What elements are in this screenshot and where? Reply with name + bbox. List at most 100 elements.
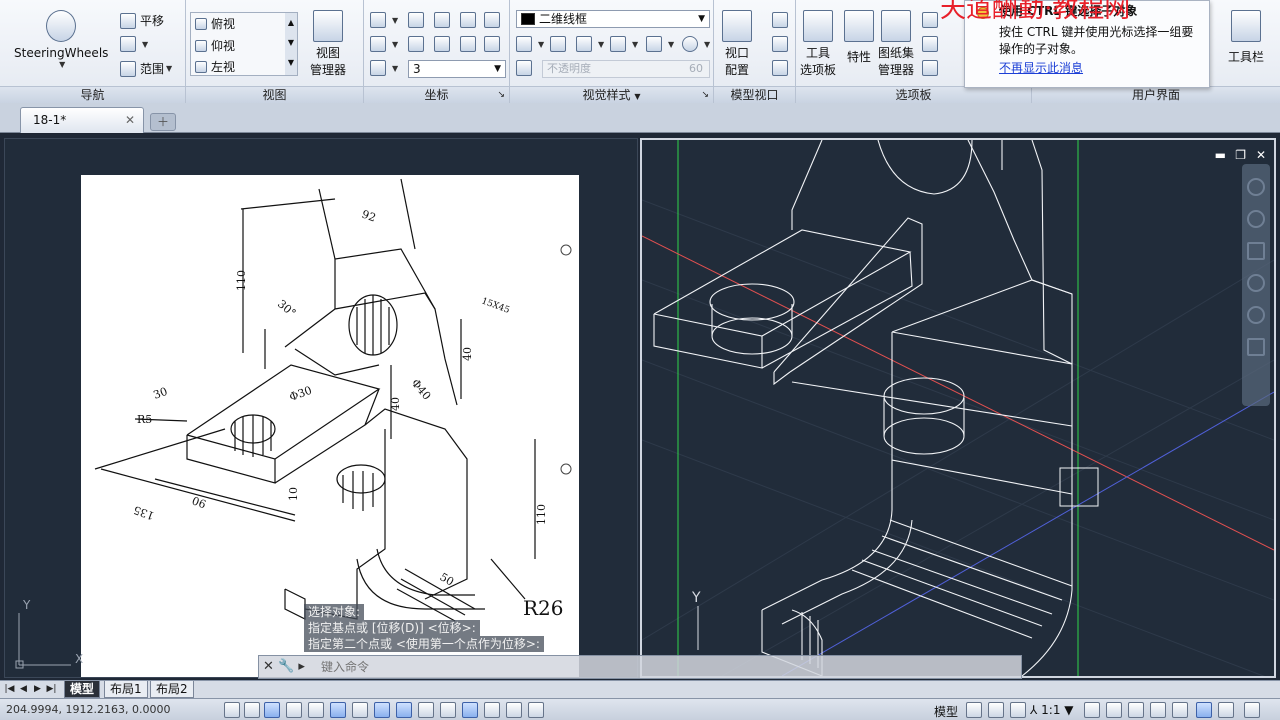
close-icon[interactable]: ✕	[125, 108, 135, 132]
annotation-visibility-icon[interactable]	[1084, 702, 1100, 718]
ucs-y-button[interactable]	[460, 12, 480, 28]
steeringwheels-button[interactable]: SteeringWheels ▼	[14, 10, 108, 69]
hardware-acceleration-icon[interactable]	[1172, 702, 1188, 718]
ucs-object-button[interactable]	[460, 36, 480, 52]
restore-viewports-button[interactable]	[772, 60, 792, 76]
grip-handle[interactable]	[560, 244, 572, 256]
viewport-restore-button[interactable]: ❐	[1235, 148, 1246, 162]
lock-icon[interactable]	[1150, 702, 1166, 718]
viewport-minimize-button[interactable]: ▬	[1215, 148, 1226, 162]
ucs-z-button[interactable]	[484, 12, 504, 28]
dynamic-ucs-icon[interactable]	[396, 702, 412, 718]
right-viewport-3d[interactable]: Y ▬ ❐ ✕	[640, 138, 1276, 678]
view-top-item[interactable]: 俯视	[195, 15, 235, 32]
workspace-switch-icon[interactable]	[1128, 702, 1144, 718]
chevron-down-icon[interactable]: ▼	[634, 92, 640, 101]
polar-tracking-icon[interactable]	[308, 702, 324, 718]
ucs-view-button[interactable]	[434, 36, 454, 52]
join-viewports-button[interactable]	[772, 36, 792, 52]
named-viewports-button[interactable]	[772, 12, 792, 28]
next-layout-button[interactable]: ▶	[32, 682, 43, 696]
transparency-icon[interactable]	[462, 702, 478, 718]
wrench-icon[interactable]: 🔧	[278, 659, 294, 674]
ucs-x-button[interactable]	[434, 12, 454, 28]
sheetset-manager-button[interactable]: 图纸集 管理器	[878, 10, 914, 78]
properties-button[interactable]: 特性	[844, 10, 874, 65]
hand-icon[interactable]	[1247, 242, 1265, 260]
tab-model[interactable]: 模型	[64, 681, 101, 698]
zoom-extents-button[interactable]: 范围 ▼	[120, 60, 172, 77]
orbit-3d-icon[interactable]	[1247, 306, 1265, 324]
ucs-select[interactable]: 3 ▼	[408, 60, 506, 78]
annotation-monitor-icon[interactable]	[528, 702, 544, 718]
zoom-icon[interactable]	[1247, 274, 1265, 292]
new-tab-button[interactable]: ＋	[150, 113, 176, 131]
xray-button[interactable]	[516, 60, 536, 76]
first-layout-button[interactable]: |◀	[4, 682, 15, 696]
face-style-button[interactable]	[550, 36, 570, 52]
quick-view-drawings-icon[interactable]	[988, 702, 1004, 718]
isolate-objects-icon[interactable]	[1196, 702, 1212, 718]
steering-wheel-icon[interactable]	[1247, 178, 1265, 196]
model-space-label[interactable]: 模型	[934, 703, 958, 720]
lineweight-icon[interactable]	[440, 702, 456, 718]
close-icon[interactable]: ✕	[263, 659, 274, 674]
orbit-icon[interactable]	[1247, 210, 1265, 228]
panel-launcher-icon[interactable]: ↘	[497, 87, 505, 104]
view-manager-button[interactable]: 视图 管理器	[310, 10, 346, 78]
view-list-scroll[interactable]: ▲ ▼ ▼	[285, 13, 297, 75]
pan-button[interactable]: 平移	[120, 12, 164, 29]
view-bottom-item[interactable]: 仰视	[195, 37, 235, 54]
cursor-coordinates[interactable]: 204.9994, 1912.2163, 0.0000	[6, 703, 170, 716]
calculator-button[interactable]	[922, 36, 942, 52]
document-tab-18-1[interactable]: 18-1* ✕	[20, 107, 144, 133]
quick-view-layouts-icon[interactable]	[966, 702, 982, 718]
pan-status-icon[interactable]	[1010, 702, 1026, 718]
panel-launcher-icon[interactable]: ↘	[701, 87, 709, 104]
annotation-scale[interactable]: ⅄ 1:1 ▼	[1030, 703, 1074, 717]
command-prompt-icon[interactable]: ▸	[298, 659, 305, 674]
ucs-face-button[interactable]	[484, 36, 504, 52]
ucs-named-button[interactable]: ▼	[370, 60, 398, 76]
viewport-config-button[interactable]: 视口 配置	[722, 10, 752, 78]
designcenter-button[interactable]	[922, 12, 942, 28]
tool-palettes-button[interactable]: 工具 选项板	[800, 10, 836, 78]
snap-mode-icon[interactable]	[244, 702, 260, 718]
orbit-button[interactable]: ▼	[120, 36, 148, 52]
clean-screen-icon[interactable]	[1244, 702, 1260, 718]
showmotion-icon[interactable]	[1247, 338, 1265, 356]
tab-layout1[interactable]: 布局1	[104, 681, 148, 698]
lighting-button[interactable]: ▼	[610, 36, 638, 52]
prev-layout-button[interactable]: ◀	[18, 682, 29, 696]
grip-handle[interactable]	[560, 463, 572, 475]
material-button[interactable]: ▼	[682, 36, 710, 52]
toolbars-button[interactable]: 工具栏	[1228, 10, 1264, 65]
left-viewport[interactable]: 92 110 30° 15X45 40 Φ40 Φ30 30 R5 40 135…	[4, 138, 638, 678]
command-input[interactable]	[321, 658, 1011, 676]
color-style-button[interactable]: ▼	[576, 36, 604, 52]
grid-display-icon[interactable]	[264, 702, 280, 718]
lightbulb-icon[interactable]	[1218, 702, 1234, 718]
ortho-mode-icon[interactable]	[286, 702, 302, 718]
tab-layout2[interactable]: 布局2	[150, 681, 194, 698]
view-left-item[interactable]: 左视	[195, 58, 235, 75]
infer-constraints-icon[interactable]	[224, 702, 240, 718]
ucs-world-button[interactable]	[408, 12, 428, 28]
opacity-slider[interactable]: 不透明度 60	[542, 60, 710, 78]
shadow-button[interactable]: ▼	[646, 36, 674, 52]
dynamic-input-icon[interactable]	[418, 702, 434, 718]
dont-show-again-link[interactable]: 不再显示此消息	[999, 60, 1201, 77]
ucs-origin-button[interactable]: ▼	[370, 36, 398, 52]
auto-scale-icon[interactable]	[1106, 702, 1122, 718]
visual-style-select[interactable]: 二维线框 ▼	[516, 10, 710, 28]
3d-object-snap-icon[interactable]	[352, 702, 368, 718]
object-snap-icon[interactable]	[330, 702, 346, 718]
quick-properties-icon[interactable]	[484, 702, 500, 718]
viewport-close-button[interactable]: ✕	[1256, 148, 1266, 162]
ucs-3point-button[interactable]	[408, 36, 428, 52]
object-snap-tracking-icon[interactable]	[374, 702, 390, 718]
edge-style-button[interactable]: ▼	[516, 36, 544, 52]
last-layout-button[interactable]: ▶|	[46, 682, 57, 696]
markup-button[interactable]	[922, 60, 942, 76]
ucs-button[interactable]: ▼	[370, 12, 398, 28]
